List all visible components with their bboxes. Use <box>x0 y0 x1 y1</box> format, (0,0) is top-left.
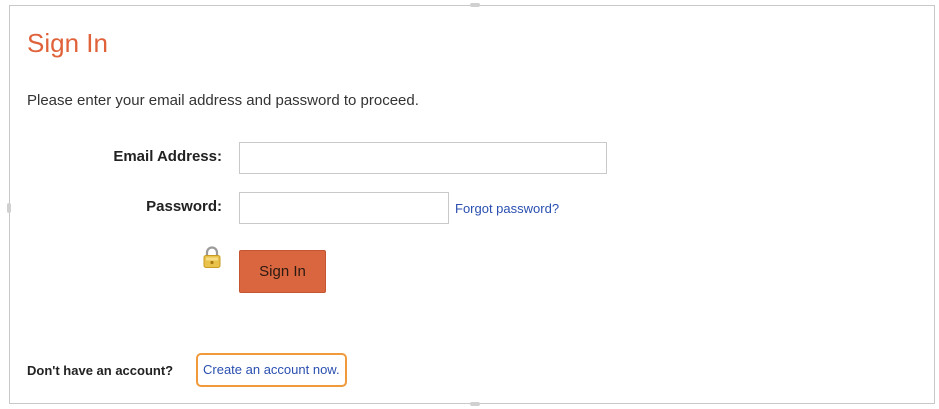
no-account-text: Don't have an account? <box>27 363 174 378</box>
create-account-link[interactable]: Create an account now. <box>196 353 347 387</box>
resize-handle-top[interactable] <box>470 3 480 7</box>
instructions-text: Please enter your email address and pass… <box>27 92 419 109</box>
sign-in-button[interactable]: Sign In <box>239 250 326 293</box>
lock-icon <box>202 246 222 268</box>
password-input[interactable] <box>239 192 449 224</box>
sign-in-panel: Sign In Please enter your email address … <box>9 5 935 404</box>
resize-handle-left[interactable] <box>7 203 11 213</box>
email-label: Email Address: <box>113 148 222 165</box>
resize-handle-bottom[interactable] <box>470 402 480 406</box>
page-title: Sign In <box>27 28 108 58</box>
forgot-password-link[interactable]: Forgot password? <box>455 201 559 216</box>
email-input[interactable] <box>239 142 607 174</box>
password-label: Password: <box>146 198 222 215</box>
